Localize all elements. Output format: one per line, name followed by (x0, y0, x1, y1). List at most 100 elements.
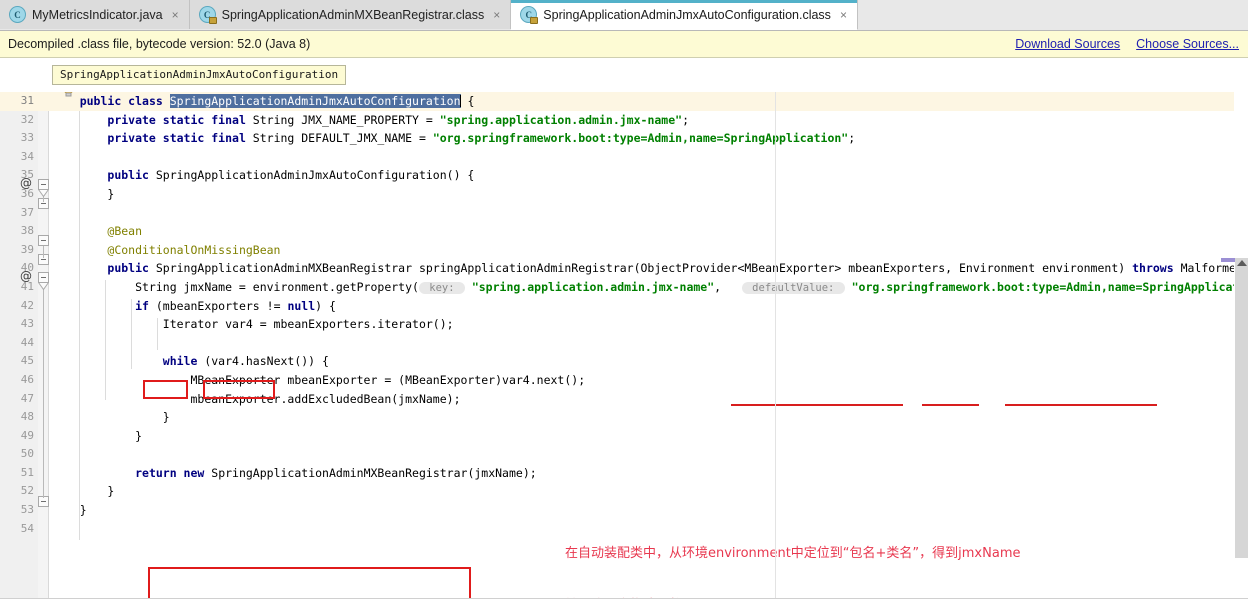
line-number: 49 (20, 428, 34, 442)
tab-spring-application-admin-mxbean-registrar[interactable]: C SpringApplicationAdminMXBeanRegistrar.… (189, 0, 512, 29)
line-number: 46 (20, 372, 34, 386)
underline-type-admin (922, 404, 979, 406)
breadcrumb-bar: SpringApplicationAdminJmxAutoConfigurati… (0, 59, 1248, 91)
code-line[interactable]: 49 } (0, 427, 1248, 446)
code-line[interactable]: 40 public SpringApplicationAdminMXBeanRe… (0, 259, 1248, 278)
code-line[interactable]: 51 return new SpringApplicationAdminMXBe… (0, 464, 1248, 483)
code-editor[interactable]: 31 public class SpringApplicationAdminJm… (0, 92, 1248, 599)
code-token: "spring.application.admin.jmx-name" (471, 279, 715, 294)
scroll-up-arrow-icon[interactable] (1237, 260, 1247, 266)
code-line[interactable]: 36 } (0, 185, 1248, 204)
line-number: 38 (20, 224, 34, 238)
code-token: , (714, 279, 742, 294)
scrollbar-marker[interactable] (1221, 258, 1235, 262)
override-marker-icon[interactable]: @ (19, 176, 33, 190)
highlight-box-return-registrar (148, 567, 471, 599)
code-line-content: private static final String JMX_NAME_PRO… (52, 111, 689, 130)
fold-end-arrow-icon[interactable] (38, 189, 49, 197)
fold-end-arrow-icon[interactable] (38, 282, 49, 290)
line-number: 39 (20, 242, 34, 256)
code-line[interactable]: 32 private static final String JMX_NAME_… (0, 111, 1248, 130)
code-line-content: if (mbeanExporters != null) { (52, 297, 336, 316)
code-line[interactable]: 42 if (mbeanExporters != null) { (0, 297, 1248, 316)
code-line-content: @ConditionalOnMissingBean (52, 241, 280, 260)
code-token: } (52, 410, 170, 425)
code-token: public (107, 168, 156, 183)
line-number: 44 (20, 335, 34, 349)
code-line-content: private static final String DEFAULT_JMX_… (52, 129, 855, 148)
tab-bar-filler (857, 0, 1248, 30)
code-line-content: public SpringApplicationAdminMXBeanRegis… (52, 259, 1248, 278)
code-token: } (52, 186, 115, 201)
code-line[interactable]: 44 (0, 334, 1248, 353)
override-marker-icon[interactable]: @ (19, 269, 33, 283)
code-line-content: return new SpringApplicationAdminMXBeanR… (52, 464, 537, 483)
breadcrumb[interactable]: SpringApplicationAdminJmxAutoConfigurati… (52, 65, 347, 85)
code-line[interactable]: 45 while (var4.hasNext()) { (0, 352, 1248, 371)
fold-collapse-icon[interactable] (38, 235, 49, 246)
code-line[interactable]: 31 public class SpringApplicationAdminJm… (0, 92, 1248, 111)
code-token: return new (135, 465, 212, 480)
java-compiled-class-icon: C (198, 6, 217, 24)
code-token: private static final (107, 131, 253, 146)
code-line[interactable]: 39 @ConditionalOnMissingBean (0, 241, 1248, 260)
tab-label: MyMetricsIndicator.java (32, 7, 163, 22)
choose-sources-link[interactable]: Choose Sources... (1136, 37, 1239, 51)
code-token: SpringApplicationAdminMXBeanRegistrar(jm… (211, 465, 537, 480)
tab-label: SpringApplicationAdminMXBeanRegistrar.cl… (221, 7, 485, 22)
line-number: 42 (20, 298, 34, 312)
code-token: ) { (315, 298, 336, 313)
code-line[interactable]: 34 (0, 148, 1248, 167)
code-token: "org.springframework.boot:type=Admin,nam… (851, 279, 1248, 294)
code-token: { (460, 94, 475, 108)
underline-package-name (731, 404, 903, 406)
code-token: key: (418, 281, 465, 294)
tab-close-icon[interactable]: × (493, 9, 500, 21)
underline-name-springapplication (1005, 404, 1157, 406)
code-token: "org.springframework.boot:type=Admin,nam… (432, 131, 849, 146)
editor-tab-bar: C MyMetricsIndicator.java × C SpringAppl… (0, 0, 1248, 31)
code-token: String DEFAULT_JMX_NAME = (252, 131, 433, 146)
code-line[interactable]: 46 MBeanExporter mbeanExporter = (MBeanE… (0, 371, 1248, 390)
code-token: } (52, 484, 115, 499)
code-line-content: @Bean (52, 222, 142, 241)
code-line[interactable]: 37 (0, 204, 1248, 223)
code-token: (mbeanExporters != (155, 298, 288, 313)
decompiled-notice-bar: Decompiled .class file, bytecode version… (0, 31, 1248, 58)
code-token: public class (79, 94, 170, 108)
intention-bulb-icon[interactable] (62, 92, 74, 98)
code-line-content: MBeanExporter mbeanExporter = (MBeanExpo… (52, 371, 585, 390)
code-line[interactable]: 33 private static final String DEFAULT_J… (0, 129, 1248, 148)
tab-my-metrics-indicator[interactable]: C MyMetricsIndicator.java × (0, 0, 190, 29)
tab-close-icon[interactable]: × (172, 9, 179, 21)
code-token: throws (1132, 261, 1181, 276)
tab-close-icon[interactable]: × (840, 9, 847, 21)
line-number: 50 (20, 447, 34, 461)
download-sources-link[interactable]: Download Sources (1015, 37, 1120, 51)
code-token: ; (682, 112, 689, 127)
code-line[interactable]: 41 String jmxName = environment.getPrope… (0, 278, 1248, 297)
code-token: Iterator var4 = mbeanExporters.iterator(… (52, 317, 454, 332)
code-lines[interactable]: 31 public class SpringApplicationAdminJm… (0, 92, 1248, 538)
code-line[interactable]: 43 Iterator var4 = mbeanExporters.iterat… (0, 315, 1248, 334)
code-line-content: while (var4.hasNext()) { (52, 352, 329, 371)
code-line-content: Iterator var4 = mbeanExporters.iterator(… (52, 315, 454, 334)
code-line[interactable]: 48 } (0, 408, 1248, 427)
line-number: 52 (20, 484, 34, 498)
code-line[interactable]: 52 } (0, 482, 1248, 501)
code-line[interactable]: 35 public SpringApplicationAdminJmxAutoC… (0, 166, 1248, 185)
code-line[interactable]: 38 @Bean (0, 222, 1248, 241)
vertical-scrollbar[interactable] (1235, 258, 1248, 558)
code-line-content: } (52, 408, 170, 427)
line-number: 33 (20, 131, 34, 145)
decompiled-notice-text: Decompiled .class file, bytecode version… (8, 37, 311, 51)
editor-vertical-split-line (775, 92, 776, 599)
code-token: public (107, 261, 156, 276)
tab-spring-application-admin-jmx-auto-configuration[interactable]: C SpringApplicationAdminJmxAutoConfigura… (511, 0, 858, 30)
code-line[interactable]: 50 (0, 445, 1248, 464)
